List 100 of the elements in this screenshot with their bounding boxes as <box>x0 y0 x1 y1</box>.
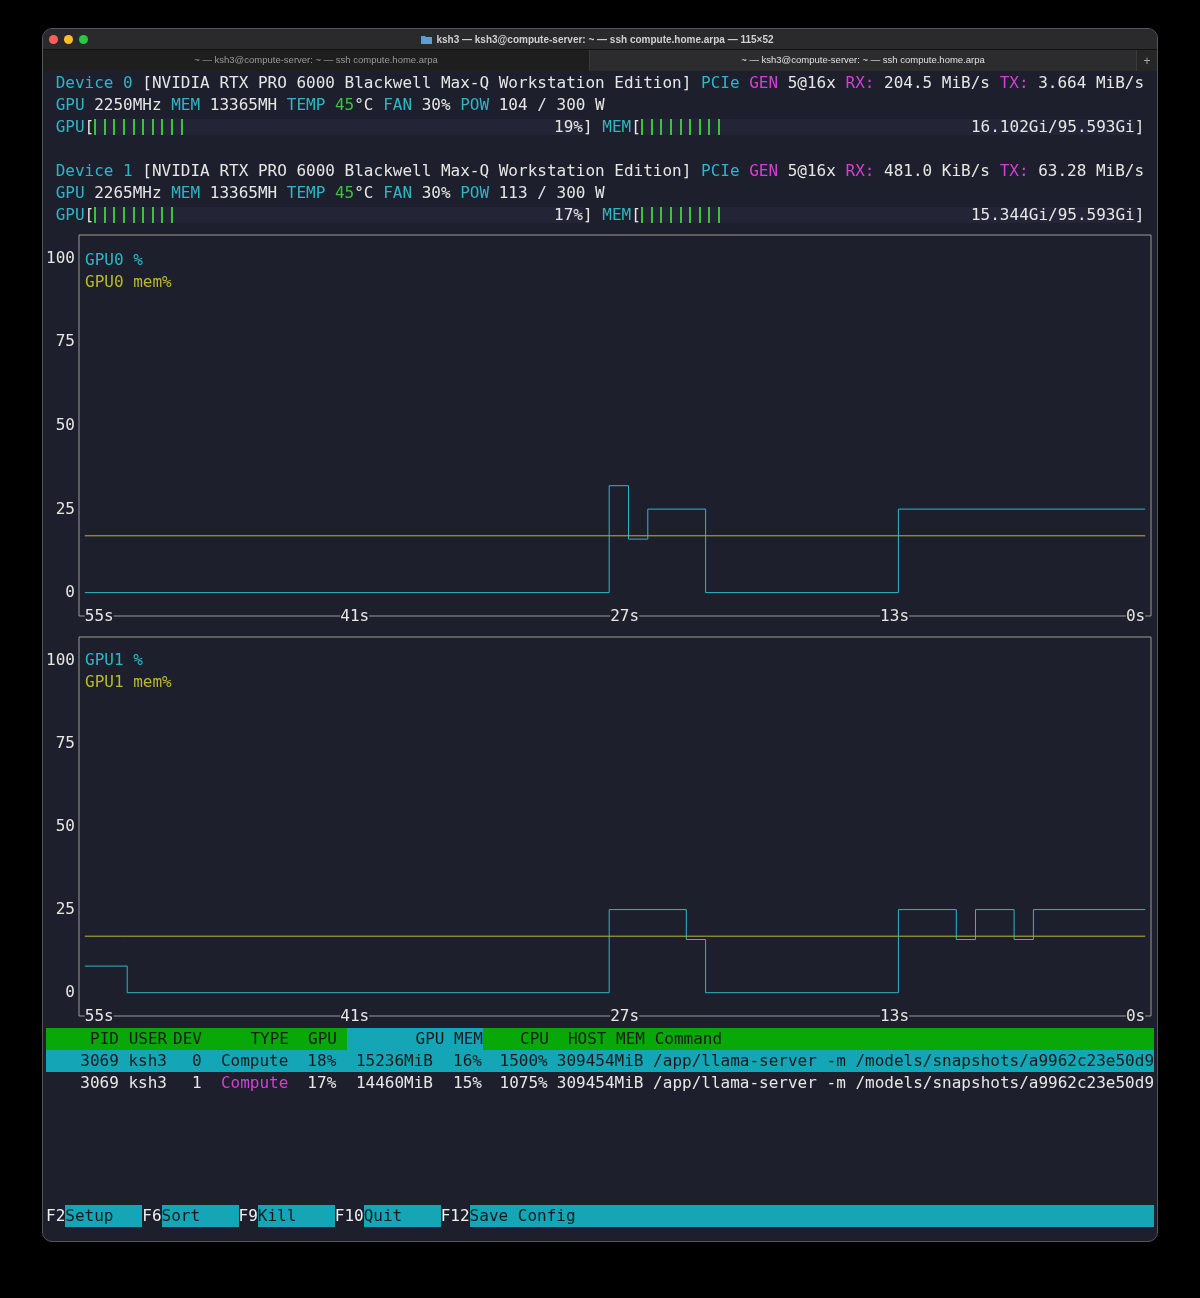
field-value: [NVIDIA RTX PRO 6000 Blackwell Max-Q Workstation Edition] <box>142 72 692 94</box>
table-cell: 18% <box>307 1050 337 1072</box>
table-cell: 0 <box>192 1050 202 1072</box>
field-value: °C <box>354 94 374 116</box>
field-label: RX: <box>845 72 875 94</box>
x-tick-label: 41s <box>340 605 370 625</box>
table-cell: 14460MiB <box>355 1072 433 1094</box>
y-tick-label: 100 <box>46 649 75 669</box>
field-label: GEN <box>749 72 779 94</box>
field-value: 5@16x <box>787 72 836 94</box>
field-value: 13365MH <box>209 182 278 204</box>
column-header[interactable]: HOST MEM <box>549 1028 645 1050</box>
zoom-button[interactable] <box>79 34 88 44</box>
field-value: 2265MHz <box>94 182 162 204</box>
field-value: 2250MHz <box>94 94 162 116</box>
function-key-action[interactable]: Kill <box>257 1205 335 1227</box>
field-label: POW <box>460 182 490 204</box>
x-tick-label: 55s <box>84 605 114 625</box>
field-label: Device 0 <box>55 72 133 94</box>
meter-label: MEM <box>602 204 632 226</box>
field-value: 204.5 MiB/s <box>884 72 990 94</box>
field-value: 13365MH <box>209 94 278 116</box>
table-cell: 309454MiB <box>556 1050 644 1072</box>
table-cell: 1500% <box>499 1050 548 1072</box>
table-cell: 1 <box>192 1072 202 1094</box>
minimize-button[interactable] <box>64 34 73 44</box>
x-tick-label: 13s <box>880 605 909 625</box>
function-key-action[interactable]: Save Config <box>469 1205 1154 1227</box>
field-value: 3.664 MiB/s <box>1038 72 1145 94</box>
function-key-action[interactable]: Setup <box>65 1205 143 1227</box>
field-label: GPU <box>55 182 85 204</box>
column-header[interactable]: TYPE <box>202 1028 289 1050</box>
table-cell: 16% <box>453 1050 482 1072</box>
process-row[interactable]: 3069 ksh3 1 Compute 17% 14460MiB 15% 1075% 309454MiB /app/llama-server -m /models/snapshots/a9962c23e50d9 <box>46 1072 1154 1094</box>
legend-label: GPU0 % <box>85 249 143 269</box>
bracket: ] <box>1134 204 1145 226</box>
field-value: 30% <box>421 94 451 116</box>
field-value: °C <box>354 182 374 204</box>
bracket: [ <box>631 204 641 226</box>
function-key: F2 <box>46 1205 66 1227</box>
window-title: ksh3 — ksh3@compute-server: ~ — ssh compute.home.arpa — 115×52 <box>436 32 774 47</box>
field-label: Device 1 <box>55 160 133 182</box>
function-key: F10 <box>334 1205 364 1227</box>
table-cell: 3069 <box>80 1050 119 1072</box>
meter-label: GPU <box>55 116 85 138</box>
column-header[interactable]: GPU <box>289 1028 347 1050</box>
function-key: F9 <box>238 1205 258 1227</box>
field-label: TX: <box>999 160 1029 182</box>
field-label: MEM <box>171 94 201 116</box>
meter-reading: 16.102Gi/95.593Gi <box>970 116 1135 138</box>
bracket: [ <box>84 204 95 226</box>
table-cell: ksh3 <box>128 1072 167 1094</box>
column-header[interactable]: USER <box>119 1028 171 1050</box>
field-label: FAN <box>383 182 413 204</box>
column-header[interactable]: PID <box>46 1028 119 1050</box>
x-tick-label: 41s <box>340 1005 370 1025</box>
table-cell: /app/llama-server -m /models/snapshots/a9962c23e50d9 <box>653 1072 1154 1094</box>
close-button[interactable] <box>49 34 58 44</box>
table-cell: 15236MiB <box>355 1050 433 1072</box>
bracket: ] <box>583 116 593 138</box>
y-tick-label: 100 <box>46 247 75 267</box>
field-value: 63.28 MiB/s <box>1038 160 1145 182</box>
legend-label: GPU0 mem% <box>85 271 172 291</box>
table-cell: Compute <box>220 1072 289 1094</box>
process-row[interactable]: 3069 ksh3 0 Compute 18% 15236MiB 16% 1500% 309454MiB /app/llama-server -m /models/snapshots/a9962c23e50d9 <box>46 1050 1154 1072</box>
x-tick-label: 27s <box>610 1005 640 1025</box>
y-tick-label: 50 <box>55 415 75 434</box>
function-key-action[interactable]: Sort <box>161 1205 239 1227</box>
field-value: 104 / 300 W <box>498 94 605 116</box>
field-label: PCIe <box>701 72 740 94</box>
y-tick-label: 50 <box>55 816 75 835</box>
field-label: RX: <box>845 160 875 182</box>
field-label: POW <box>460 94 490 116</box>
table-cell: 1075% <box>499 1072 548 1094</box>
y-tick-label: 0 <box>65 582 75 602</box>
bracket: ] <box>1134 116 1145 138</box>
x-tick-label: 55s <box>84 1005 114 1025</box>
table-cell: ksh3 <box>128 1050 167 1072</box>
meter-reading: 15.344Gi/95.593Gi <box>970 204 1135 226</box>
field-label: FAN <box>383 94 413 116</box>
field-label: GEN <box>749 160 779 182</box>
field-value: 481.0 KiB/s <box>884 160 990 182</box>
column-header[interactable]: GPU MEM <box>347 1028 483 1050</box>
field-label: TEMP <box>286 182 326 204</box>
meter-reading: 19% <box>554 116 583 138</box>
field-label: TEMP <box>286 94 326 116</box>
y-tick-label: 25 <box>55 498 75 518</box>
tab[interactable]: ~ — ksh3@compute-server: ~ — ssh compute.home.arpa <box>590 50 1137 71</box>
bracket: ] <box>583 204 593 226</box>
column-header[interactable]: CPU <box>483 1028 549 1050</box>
table-cell: 17% <box>307 1072 337 1094</box>
column-header[interactable]: DEV <box>171 1028 202 1050</box>
function-key: F6 <box>142 1205 162 1227</box>
folder-icon <box>421 34 433 44</box>
function-key-action[interactable]: Quit <box>363 1205 441 1227</box>
field-label: GPU <box>55 94 85 116</box>
new-tab-button[interactable]: + <box>1137 50 1157 71</box>
column-header[interactable]: Command <box>645 1028 1154 1050</box>
table-cell: 3069 <box>80 1072 119 1094</box>
bracket: [ <box>631 116 641 138</box>
